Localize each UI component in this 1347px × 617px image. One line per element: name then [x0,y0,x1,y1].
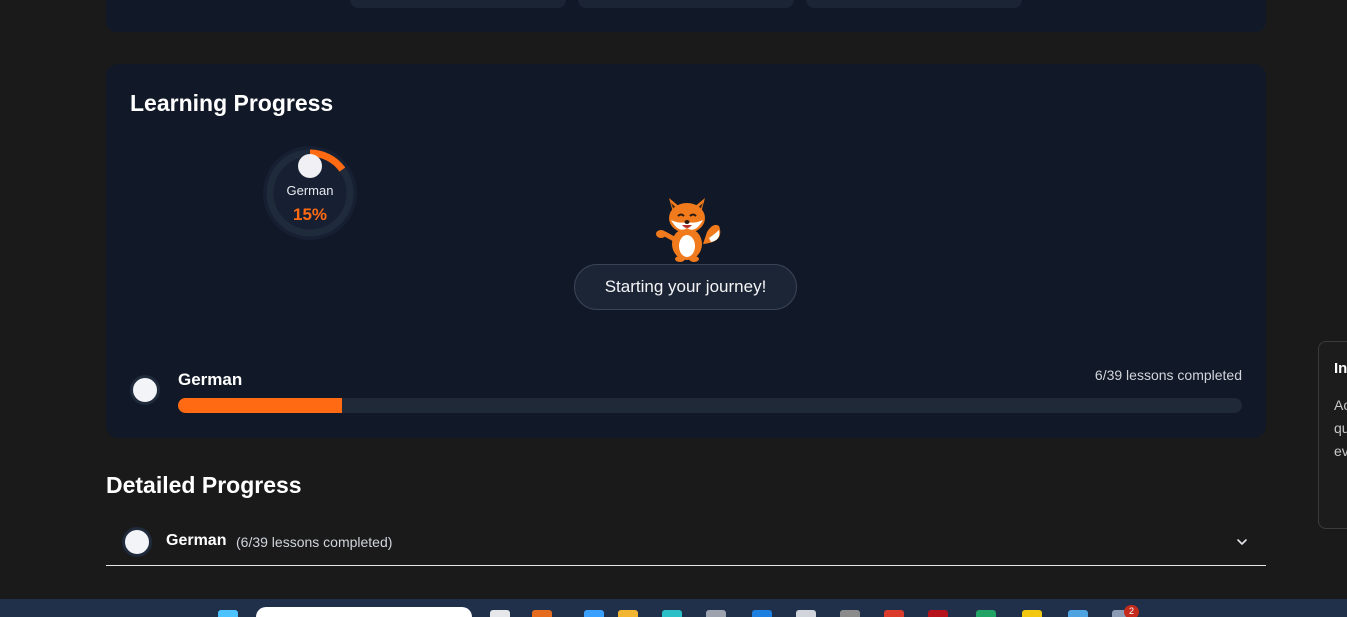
app-icon[interactable] [1022,610,1042,617]
side-panel-line: ev [1334,443,1347,459]
ring-percent-label: 15% [292,205,328,224]
app-icon[interactable] [1068,610,1088,617]
language-progress-ring[interactable]: German 15% [261,144,359,242]
notification-badge: 2 [1124,605,1139,617]
lessons-completed-label: 6/39 lessons completed [1094,367,1242,383]
course-language-name: German [178,370,243,389]
chrome-icon[interactable] [884,610,904,617]
browser-icon[interactable] [532,610,552,617]
detail-lessons-summary: (6/39 lessons completed) [236,534,393,550]
app-icon[interactable] [752,610,772,617]
windows-taskbar: 2 [0,599,1347,617]
learning-progress-card: Learning Progress German 15% Starting yo… [106,64,1266,438]
app-icon[interactable] [796,610,816,617]
course-progress-fill [178,398,342,413]
detailed-progress-row-german[interactable]: German (6/39 lessons completed) [106,518,1266,566]
detail-language-name: German [166,532,227,549]
side-panel-text: Ac qu ev [1334,394,1347,463]
app-icon[interactable] [928,610,948,617]
side-panel-line: qu [1334,420,1347,436]
start-icon[interactable] [218,610,238,617]
previous-section-card [106,0,1266,32]
top-tab-2[interactable] [578,0,794,8]
detailed-progress-title: Detailed Progress [106,472,302,498]
chevron-down-icon[interactable] [1234,534,1250,550]
mail-icon[interactable] [584,610,604,617]
file-explorer-icon[interactable] [618,610,638,617]
info-side-panel[interactable]: In Ac qu ev [1318,341,1347,529]
side-panel-line: Ac [1334,397,1347,413]
ring-language-label: German [286,183,334,198]
journey-status-message: Starting your journey! [574,264,797,310]
language-flag-icon [298,154,322,178]
app-icon[interactable] [840,610,860,617]
excel-icon[interactable] [976,610,996,617]
course-progress-bar [178,398,1242,413]
german-flag-icon [130,375,160,405]
top-tab-1[interactable] [350,0,566,8]
task-view-icon[interactable] [490,610,510,617]
fox-mascot-icon [656,198,721,262]
taskbar-search-box[interactable] [256,607,472,617]
learning-progress-title: Learning Progress [130,90,334,116]
app-icon[interactable] [706,610,726,617]
side-panel-title: In [1334,360,1347,377]
edge-icon[interactable] [662,610,682,617]
top-tab-3[interactable] [806,0,1022,8]
german-flag-icon [122,527,152,557]
